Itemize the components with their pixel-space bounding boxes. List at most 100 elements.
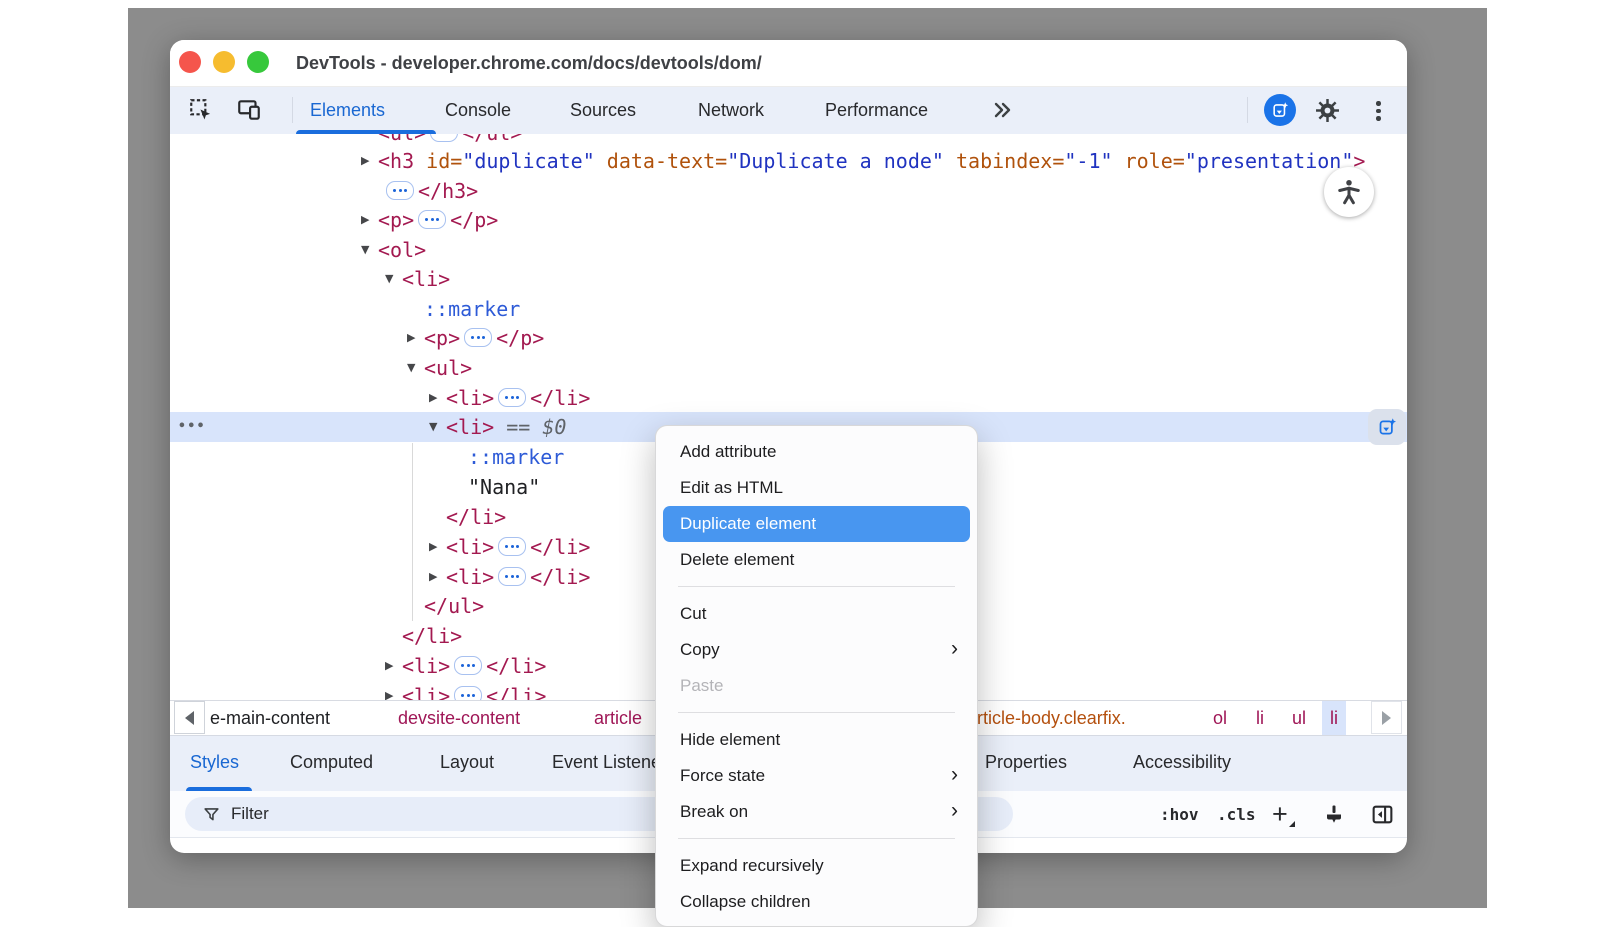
disclosure-expanded-icon[interactable]: ▼ <box>385 264 393 294</box>
sidebar-tab-computed[interactable]: Computed <box>290 736 373 789</box>
breadcrumb-item-li[interactable]: li <box>1256 701 1264 735</box>
row-hover-dots-icon[interactable]: ••• <box>178 412 206 442</box>
close-button[interactable] <box>179 51 201 73</box>
context-menu-item-delete-element[interactable]: Delete element <box>663 542 970 578</box>
disclosure-expanded-icon[interactable]: ▼ <box>429 412 437 442</box>
dom-tree-row[interactable]: ▼ <li> <box>170 264 1407 294</box>
settings-gear-icon[interactable] <box>1314 97 1340 123</box>
more-options-icon[interactable] <box>1376 101 1381 121</box>
context-menu-item-break-on[interactable]: Break on› <box>663 794 970 830</box>
toggle-device-toolbar-icon[interactable] <box>236 97 262 123</box>
sidebar-tab-accessibility[interactable]: Accessibility <box>1133 736 1231 789</box>
token-tag: <li> <box>402 654 450 678</box>
token-tag: </li> <box>486 684 546 700</box>
filter-funnel-icon <box>202 805 221 824</box>
inline-expand-pill[interactable] <box>430 134 458 142</box>
dom-tree-row[interactable]: ▶<li></li> <box>170 383 1407 413</box>
inline-expand-pill[interactable] <box>454 686 482 700</box>
breadcrumb-item-ul[interactable]: ul <box>1292 701 1306 735</box>
dom-node-text: <li></li> <box>446 562 590 592</box>
dom-node-text: <li> <box>402 264 450 294</box>
disclosure-collapsed-icon[interactable]: ▶ <box>385 681 393 700</box>
sidebar-tab-layout[interactable]: Layout <box>440 736 494 789</box>
more-tabs-icon[interactable] <box>990 98 1016 124</box>
token-tag: </li> <box>402 624 462 648</box>
disclosure-collapsed-icon[interactable]: ▶ <box>429 562 437 592</box>
new-style-rule-button[interactable]: + <box>1272 791 1288 837</box>
element-classes-button[interactable]: .cls <box>1217 791 1256 837</box>
title-bar: DevTools - developer.chrome.com/docs/dev… <box>170 40 1407 87</box>
context-menu-item-duplicate-element[interactable]: Duplicate element <box>663 506 970 542</box>
breadcrumb-scroll-right-button[interactable] <box>1371 701 1402 734</box>
dom-tree-row[interactable]: ▶ <p></p> <box>170 205 1407 235</box>
row-ai-assistance-button[interactable] <box>1368 409 1406 445</box>
context-menu-item-force-state[interactable]: Force state› <box>663 758 970 794</box>
dot <box>511 396 514 399</box>
breadcrumb-scroll-left-button[interactable] <box>174 701 205 734</box>
context-menu-item-collapse-children[interactable]: Collapse children <box>663 884 970 920</box>
ai-assistance-button[interactable] <box>1264 94 1296 126</box>
context-menu: Add attributeEdit as HTMLDuplicate eleme… <box>655 425 978 927</box>
context-menu-item-hide-element[interactable]: Hide element <box>663 722 970 758</box>
accessibility-overlay-icon[interactable] <box>1324 167 1374 217</box>
dom-tree-row[interactable]: ▼<ul> <box>170 353 1407 383</box>
context-menu-item-copy[interactable]: Copy› <box>663 632 970 668</box>
minimize-button[interactable] <box>213 51 235 73</box>
inline-expand-pill[interactable] <box>386 181 414 200</box>
disclosure-collapsed-icon[interactable]: ▶ <box>429 383 437 413</box>
breadcrumb-item-ol[interactable]: ol <box>1213 701 1227 735</box>
inline-expand-pill[interactable] <box>454 656 482 675</box>
dot <box>472 664 475 667</box>
token-attr: id= <box>414 149 462 173</box>
tab-sources[interactable]: Sources <box>570 87 636 134</box>
disclosure-collapsed-icon[interactable]: ▶ <box>407 323 415 353</box>
inline-expand-pill[interactable] <box>464 328 492 347</box>
rendering-brush-button[interactable] <box>1322 791 1346 837</box>
token-pseudo: ::marker <box>468 445 564 469</box>
breadcrumb-item-article[interactable]: article <box>594 701 642 735</box>
disclosure-collapsed-icon[interactable]: ▶ <box>429 532 437 562</box>
tab-performance[interactable]: Performance <box>825 87 928 134</box>
breadcrumb-item-li[interactable]: li <box>1322 701 1346 735</box>
toggle-element-state-button[interactable]: :hov <box>1160 791 1199 837</box>
sidebar-tab-properties[interactable]: Properties <box>985 736 1067 789</box>
token-tag: </h3> <box>418 179 478 203</box>
tab-elements[interactable]: Elements <box>310 87 385 134</box>
context-menu-item-expand-recursively[interactable]: Expand recursively <box>663 848 970 884</box>
dom-tree-row[interactable]: ▼<ol> <box>170 235 1407 265</box>
context-menu-item-add-attribute[interactable]: Add attribute <box>663 434 970 470</box>
disclosure-expanded-icon[interactable]: ▼ <box>361 235 369 265</box>
inspect-element-icon[interactable] <box>188 97 214 123</box>
dom-tree-row[interactable]: ▶<h3 id="duplicate" data-text="Duplicate… <box>170 146 1407 176</box>
inline-expand-pill[interactable] <box>498 388 526 407</box>
tab-console[interactable]: Console <box>445 87 511 134</box>
tab-network[interactable]: Network <box>698 87 764 134</box>
dock-side-button[interactable] <box>1370 791 1395 837</box>
token-val: "duplicate" <box>462 149 594 173</box>
context-menu-item-edit-as-html[interactable]: Edit as HTML <box>663 470 970 506</box>
inline-expand-pill[interactable] <box>418 210 446 229</box>
dom-tree-row[interactable]: ::marker <box>170 294 1407 324</box>
disclosure-collapsed-icon[interactable]: ▶ <box>361 205 369 235</box>
inline-expand-pill[interactable] <box>498 537 526 556</box>
dom-tree-row[interactable]: </h3> <box>170 176 1407 206</box>
breadcrumb-item-devsite-content[interactable]: devsite-content <box>398 701 520 735</box>
dom-tree-row[interactable]: ▶<p></p> <box>170 323 1407 353</box>
dom-node-text: <p></p> <box>378 205 498 235</box>
context-menu-item-cut[interactable]: Cut <box>663 596 970 632</box>
disclosure-collapsed-icon[interactable]: ▶ <box>385 651 393 681</box>
dot <box>467 664 470 667</box>
inline-expand-pill[interactable] <box>498 567 526 586</box>
disclosure-expanded-icon[interactable]: ▼ <box>407 353 415 383</box>
breadcrumb-item-article-body-clearfix[interactable]: article-body.clearfix. <box>967 701 1126 735</box>
plus-icon: + <box>1272 791 1288 837</box>
breadcrumb-item-e-main-content[interactable]: e-main-content <box>210 701 330 735</box>
dot <box>516 575 519 578</box>
dot <box>461 694 464 697</box>
menu-separator <box>678 838 955 839</box>
sidebar-tab-styles[interactable]: Styles <box>190 736 239 789</box>
token-val: "presentation" <box>1185 149 1354 173</box>
disclosure-collapsed-icon[interactable]: ▶ <box>361 146 369 176</box>
zoom-button[interactable] <box>247 51 269 73</box>
token-attr: tabindex= <box>944 149 1064 173</box>
